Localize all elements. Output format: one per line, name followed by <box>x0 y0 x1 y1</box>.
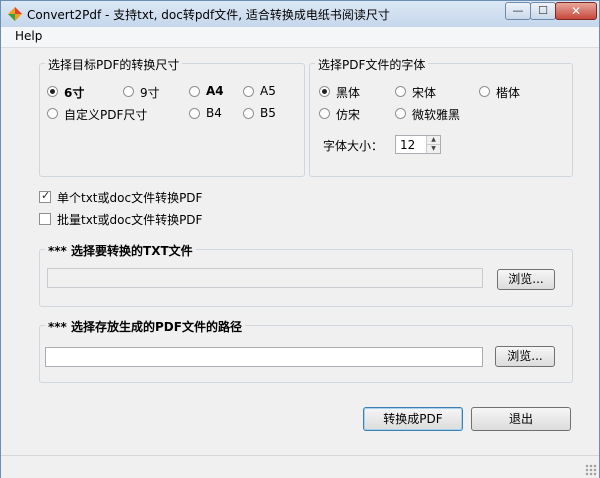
radio-indicator <box>319 86 330 97</box>
spinner-up-icon[interactable]: ▲ <box>427 136 440 145</box>
font-radio-label: 黑体 <box>336 86 361 100</box>
font-group-title: 选择PDF文件的字体 <box>315 56 429 73</box>
maximize-icon: ☐ <box>538 4 548 17</box>
size-radio-label: B4 <box>206 106 222 120</box>
radio-indicator <box>47 86 58 97</box>
radio-indicator <box>47 108 58 119</box>
radio-indicator <box>479 86 490 97</box>
minimize-button[interactable]: — <box>505 2 531 20</box>
size-radio-label: A4 <box>206 84 224 98</box>
dest-path-group-title: *** 选择存放生成的PDF文件的路径 <box>45 318 245 335</box>
radio-indicator <box>243 86 254 97</box>
dest-path-input[interactable] <box>45 347 483 367</box>
font-size-label: 字体大小： <box>323 139 384 153</box>
radio-indicator <box>189 108 200 119</box>
size-radio-label: 6寸 <box>64 86 85 100</box>
window-title: Convert2Pdf - 支持txt, doc转pdf文件, 适合转换成电纸书… <box>27 8 390 22</box>
menu-help[interactable]: Help <box>15 29 42 43</box>
checkbox-box <box>39 213 51 225</box>
source-browse-button[interactable]: 浏览... <box>497 269 555 290</box>
app-window: Convert2Pdf - 支持txt, doc转pdf文件, 适合转换成电纸书… <box>0 0 600 478</box>
convert-button[interactable]: 转换成PDF <box>363 407 463 431</box>
spinner-down-icon[interactable]: ▼ <box>427 145 440 153</box>
font-size-value: 12 <box>400 138 416 152</box>
size-radio-label: 9寸 <box>140 86 160 100</box>
maximize-button[interactable]: ☐ <box>530 2 556 20</box>
source-file-group-title: *** 选择要转换的TXT文件 <box>45 242 196 259</box>
dest-browse-button[interactable]: 浏览... <box>495 346 555 367</box>
size-radio-label: A5 <box>260 84 276 98</box>
exit-button[interactable]: 退出 <box>471 407 571 431</box>
size-radio-label: B5 <box>260 106 276 120</box>
radio-indicator <box>319 108 330 119</box>
title-bar[interactable]: Convert2Pdf - 支持txt, doc转pdf文件, 适合转换成电纸书… <box>1 1 599 27</box>
checkbox-box: ✓ <box>39 189 51 203</box>
status-bar <box>1 455 599 478</box>
radio-indicator <box>189 86 200 97</box>
font-radio-label: 微软雅黑 <box>412 108 461 122</box>
minimize-icon: — <box>512 4 524 17</box>
radio-indicator <box>395 86 406 97</box>
menu-bar: Help <box>1 27 599 48</box>
size-radio-label: 自定义PDF尺寸 <box>64 108 148 122</box>
radio-indicator <box>243 108 254 119</box>
checkmark-icon: ✓ <box>41 189 51 202</box>
close-button[interactable]: ✕ <box>555 2 597 20</box>
app-logo-icon <box>8 7 22 21</box>
source-file-input[interactable] <box>47 268 483 288</box>
font-radio-label: 宋体 <box>412 86 437 100</box>
resize-grip-icon[interactable] <box>585 464 597 476</box>
size-group-title: 选择目标PDF的转换尺寸 <box>45 56 183 73</box>
radio-indicator <box>395 108 406 119</box>
spinner-arrows: ▲ ▼ <box>426 136 440 153</box>
font-radio-label: 楷体 <box>496 86 521 100</box>
close-icon: ✕ <box>570 4 582 18</box>
font-size-spinner[interactable]: 12 ▲ ▼ <box>395 135 441 154</box>
radio-indicator <box>123 86 134 97</box>
batch-convert-label: 批量txt或doc文件转换PDF <box>57 213 203 227</box>
font-radio-label: 仿宋 <box>336 108 361 122</box>
single-convert-label: 单个txt或doc文件转换PDF <box>57 191 203 205</box>
